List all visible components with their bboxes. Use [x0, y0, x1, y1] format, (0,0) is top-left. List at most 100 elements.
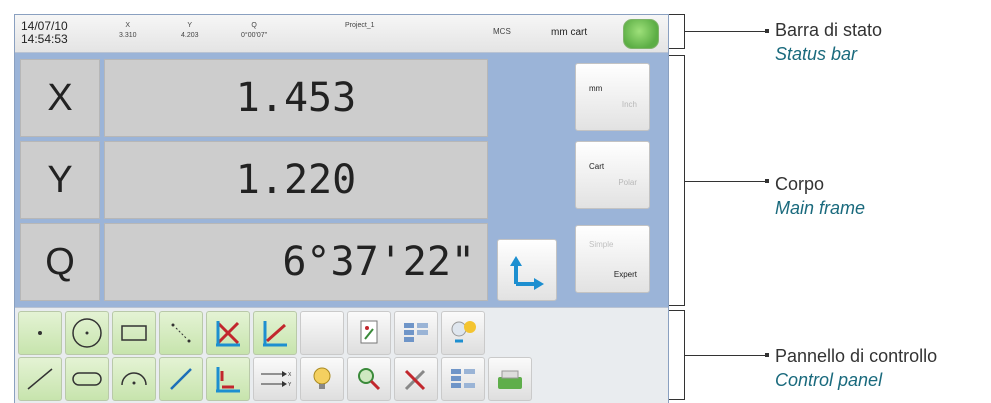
rectangle-tool-button[interactable] — [112, 311, 156, 355]
xy-dimension-icon: XY — [261, 371, 292, 388]
status-units: mm cart — [551, 27, 588, 38]
status-q-value: 0°00'07" — [241, 32, 268, 39]
axis-label-y: Y — [20, 141, 100, 219]
mode-toggle-button[interactable]: Simple Expert — [575, 225, 650, 293]
main-bracket-bottom — [669, 305, 685, 306]
status-q: Q 0°00'07" — [241, 21, 267, 41]
distance-tool-button[interactable] — [159, 311, 203, 355]
axes-origin-button[interactable] — [497, 239, 557, 301]
status-y-value: 4.203 — [181, 32, 199, 39]
segment-icon — [170, 368, 192, 390]
point-tool-button[interactable] — [18, 311, 62, 355]
svg-text:X: X — [288, 372, 292, 378]
lighting-tool-button[interactable] — [441, 311, 485, 355]
status-bracket-top — [669, 14, 685, 15]
mode-simple-label: Simple — [589, 240, 614, 249]
callout-status-en: Status bar — [775, 44, 858, 64]
blank-button[interactable] — [300, 311, 344, 355]
axis-label-q: Q — [20, 223, 100, 301]
status-leader-dot — [765, 29, 769, 33]
status-x-value: 3.310 — [119, 32, 137, 39]
report-icon — [360, 320, 378, 344]
circle-tool-button[interactable] — [65, 311, 109, 355]
slot-tool-button[interactable] — [65, 357, 109, 401]
program-edit-icon — [451, 369, 475, 388]
distance-points-icon — [171, 323, 191, 343]
arc-tool-button[interactable] — [112, 357, 156, 401]
callout-control-panel: Pannello di controllo Control panel — [775, 344, 937, 392]
lightbulb-icon — [451, 321, 476, 343]
status-bar: 14/07/10 14:54:53 X 3.310 Y 4.203 Q 0°00… — [15, 15, 668, 53]
circle-icon — [72, 318, 102, 348]
status-project: Project_1 — [345, 22, 375, 29]
coords-toggle-button[interactable]: Cart Polar — [575, 141, 650, 209]
status-x: X 3.310 — [119, 21, 137, 41]
readout-q: 6°37'22" — [104, 223, 488, 301]
magnifier-icon — [358, 368, 381, 391]
panel-leader-line — [685, 355, 767, 356]
axis-label-x: X — [20, 59, 100, 137]
program-list-icon — [404, 323, 428, 342]
units-inch-label: Inch — [621, 100, 637, 109]
axes-origin-icon — [510, 256, 544, 290]
callout-main-en: Main frame — [775, 198, 866, 218]
xy-dimension-button[interactable]: XY — [253, 357, 297, 401]
search-tool-button[interactable] — [347, 357, 391, 401]
point-icon — [38, 331, 42, 335]
callout-status-bar: Barra di stato Status bar — [775, 18, 882, 66]
rectangle-icon — [121, 325, 147, 341]
svg-text:Y: Y — [288, 382, 292, 388]
main-leader-dot — [765, 179, 769, 183]
tools-icon — [404, 369, 426, 391]
status-time: 14:54:53 — [21, 32, 68, 46]
status-x-label: X — [125, 22, 131, 29]
status-coord-system: MCS — [493, 27, 511, 36]
units-toggle-button[interactable]: mm Inch — [575, 63, 650, 131]
readout-y: 1.220 — [104, 141, 488, 219]
auto-light-icon — [313, 367, 331, 389]
units-mm-label: mm — [589, 84, 603, 93]
panel-leader-dot — [765, 353, 769, 357]
figure: 14/07/10 14:54:53 X 3.310 Y 4.203 Q 0°00… — [0, 0, 991, 403]
callout-status-it: Barra di stato — [775, 20, 883, 40]
callout-main-frame: Corpo Main frame — [775, 172, 865, 220]
main-bracket-top — [669, 55, 685, 56]
reference-axes-icon — [216, 367, 240, 393]
light-auto-button[interactable] — [300, 357, 344, 401]
line-tool-button[interactable] — [18, 357, 62, 401]
device-screen: 14/07/10 14:54:53 X 3.310 Y 4.203 Q 0°00… — [14, 14, 669, 403]
program-edit-button[interactable] — [441, 357, 485, 401]
report-tool-button[interactable] — [347, 311, 391, 355]
segment-tool-button[interactable] — [159, 357, 203, 401]
callout-panel-it: Pannello di controllo — [775, 346, 938, 366]
panel-bracket-bottom — [669, 399, 685, 400]
status-q-label: Q — [251, 22, 257, 29]
status-leader-line — [685, 31, 767, 32]
readout-x: 1.453 — [104, 59, 488, 137]
settings-tools-button[interactable] — [394, 357, 438, 401]
arc-icon — [121, 372, 147, 386]
rotate-axes-icon — [263, 321, 287, 347]
line-icon — [27, 368, 53, 390]
status-y-label: Y — [187, 22, 193, 29]
reference-axes-tool-button[interactable] — [206, 357, 250, 401]
status-datetime: 14/07/10 14:54:53 — [21, 20, 68, 46]
printer-icon — [498, 370, 522, 389]
main-leader-line — [685, 181, 767, 182]
skew-axes-tool-button[interactable] — [206, 311, 250, 355]
slot-icon — [72, 372, 102, 386]
print-button[interactable] — [488, 357, 532, 401]
control-panel: XY — [15, 307, 668, 403]
coords-polar-label: Polar — [618, 178, 637, 187]
status-y: Y 4.203 — [181, 21, 199, 41]
callout-panel-en: Control panel — [775, 370, 883, 390]
skew-axes-icon — [216, 321, 240, 347]
program-list-button[interactable] — [394, 311, 438, 355]
mode-expert-label: Expert — [613, 270, 637, 279]
rotate-axes-tool-button[interactable] — [253, 311, 297, 355]
status-bracket-bottom — [669, 48, 685, 49]
panel-bracket-top — [669, 310, 685, 311]
status-led-icon — [623, 19, 659, 49]
coords-cart-label: Cart — [589, 162, 605, 171]
callout-main-it: Corpo — [775, 174, 825, 194]
